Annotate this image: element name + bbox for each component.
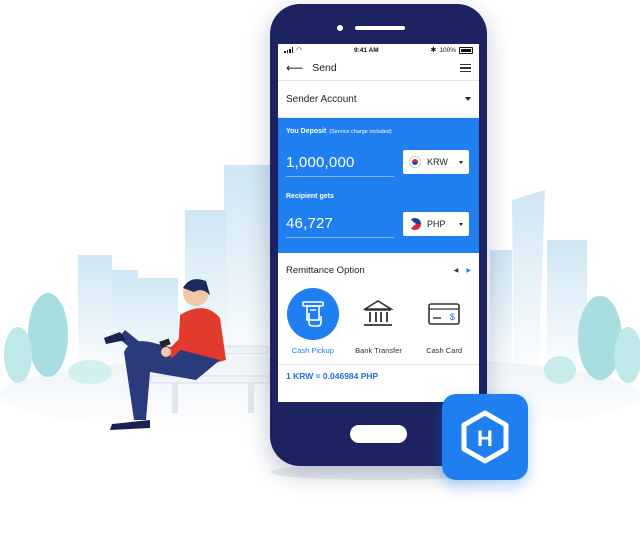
option-bank-transfer[interactable]: Bank Transfer bbox=[348, 288, 408, 358]
sender-account-label: Sender Account bbox=[286, 93, 357, 105]
recipient-amount-input[interactable]: 46,727 bbox=[286, 215, 333, 232]
philippines-flag-icon bbox=[409, 218, 421, 230]
remittance-title: Remittance Option bbox=[286, 265, 365, 276]
battery-icon bbox=[458, 46, 473, 54]
app-header: ⟵ Send bbox=[278, 56, 479, 81]
phone-speaker bbox=[355, 26, 405, 30]
logo-letter: H bbox=[477, 426, 493, 451]
hamburger-menu-icon[interactable] bbox=[460, 63, 471, 73]
remittance-header: Remittance Option ◀ ▶ bbox=[278, 253, 479, 288]
sender-account-dropdown[interactable]: Sender Account bbox=[278, 81, 479, 118]
svg-text:$: $ bbox=[450, 312, 455, 322]
bench-leg bbox=[172, 383, 178, 413]
deposit-amount-input[interactable]: 1,000,000 bbox=[286, 154, 355, 171]
deposit-currency-select[interactable]: KRW bbox=[403, 150, 469, 174]
signal-icon bbox=[284, 47, 293, 53]
bluetooth-icon: ✱ bbox=[430, 47, 437, 54]
amount-panel: You Deposit (Service charge included) 1,0… bbox=[278, 118, 479, 253]
bank-icon bbox=[352, 288, 404, 340]
bench-leg bbox=[248, 383, 254, 413]
tree bbox=[28, 293, 68, 377]
skyscraper bbox=[512, 190, 545, 380]
recipient-currency-select[interactable]: PHP bbox=[403, 212, 469, 236]
remittance-options: Cash Pickup Bank Transfer $ Cash Card bbox=[278, 288, 479, 358]
hero-illustration: ◠ 9:41 AM ✱ 100% ⟵ Send Sender Account Y… bbox=[0, 0, 640, 553]
app-logo: H bbox=[442, 394, 528, 480]
deposit-currency-code: KRW bbox=[427, 157, 448, 167]
deposit-underline bbox=[286, 176, 394, 177]
option-cash-card[interactable]: $ Cash Card bbox=[414, 288, 474, 358]
next-arrow-icon[interactable]: ▶ bbox=[466, 267, 471, 274]
wifi-icon: ◠ bbox=[296, 47, 303, 54]
option-cash-pickup[interactable]: Cash Pickup bbox=[283, 288, 343, 358]
chevron-down-icon bbox=[465, 97, 471, 101]
option-label: Bank Transfer bbox=[355, 346, 402, 355]
back-arrow-icon[interactable]: ⟵ bbox=[286, 62, 303, 74]
tree bbox=[4, 327, 32, 383]
exchange-rate: 1 KRW = 0.046984 PHP bbox=[278, 364, 479, 387]
chevron-down-icon bbox=[459, 222, 463, 226]
app-screen: ◠ 9:41 AM ✱ 100% ⟵ Send Sender Account Y… bbox=[278, 44, 479, 402]
status-bar: ◠ 9:41 AM ✱ 100% bbox=[278, 44, 479, 56]
bush bbox=[68, 360, 112, 384]
korea-flag-icon bbox=[409, 156, 421, 168]
tree bbox=[578, 296, 622, 380]
hexagon-logo-icon: H bbox=[461, 410, 509, 464]
building bbox=[490, 250, 512, 380]
card-icon: $ bbox=[418, 288, 470, 340]
option-label: Cash Card bbox=[426, 346, 463, 355]
status-time: 9:41 AM bbox=[353, 46, 379, 54]
bush bbox=[544, 356, 576, 384]
recipient-currency-code: PHP bbox=[427, 219, 446, 229]
page-title: Send bbox=[312, 62, 337, 74]
prev-arrow-icon[interactable]: ◀ bbox=[454, 267, 459, 274]
bench-seat bbox=[149, 375, 271, 384]
deposit-label: You Deposit bbox=[286, 128, 327, 135]
deposit-caption: You Deposit (Service charge included) bbox=[286, 128, 392, 135]
recipient-label: Recipient gets bbox=[286, 193, 334, 200]
home-button[interactable] bbox=[350, 425, 407, 443]
service-charge-note: (Service charge included) bbox=[329, 129, 392, 135]
option-label: Cash Pickup bbox=[291, 346, 334, 355]
chevron-down-icon bbox=[459, 160, 463, 164]
atm-hand-icon bbox=[286, 288, 339, 340]
battery-percent: 100% bbox=[439, 46, 456, 54]
front-camera bbox=[337, 25, 343, 31]
recipient-underline bbox=[286, 237, 394, 238]
